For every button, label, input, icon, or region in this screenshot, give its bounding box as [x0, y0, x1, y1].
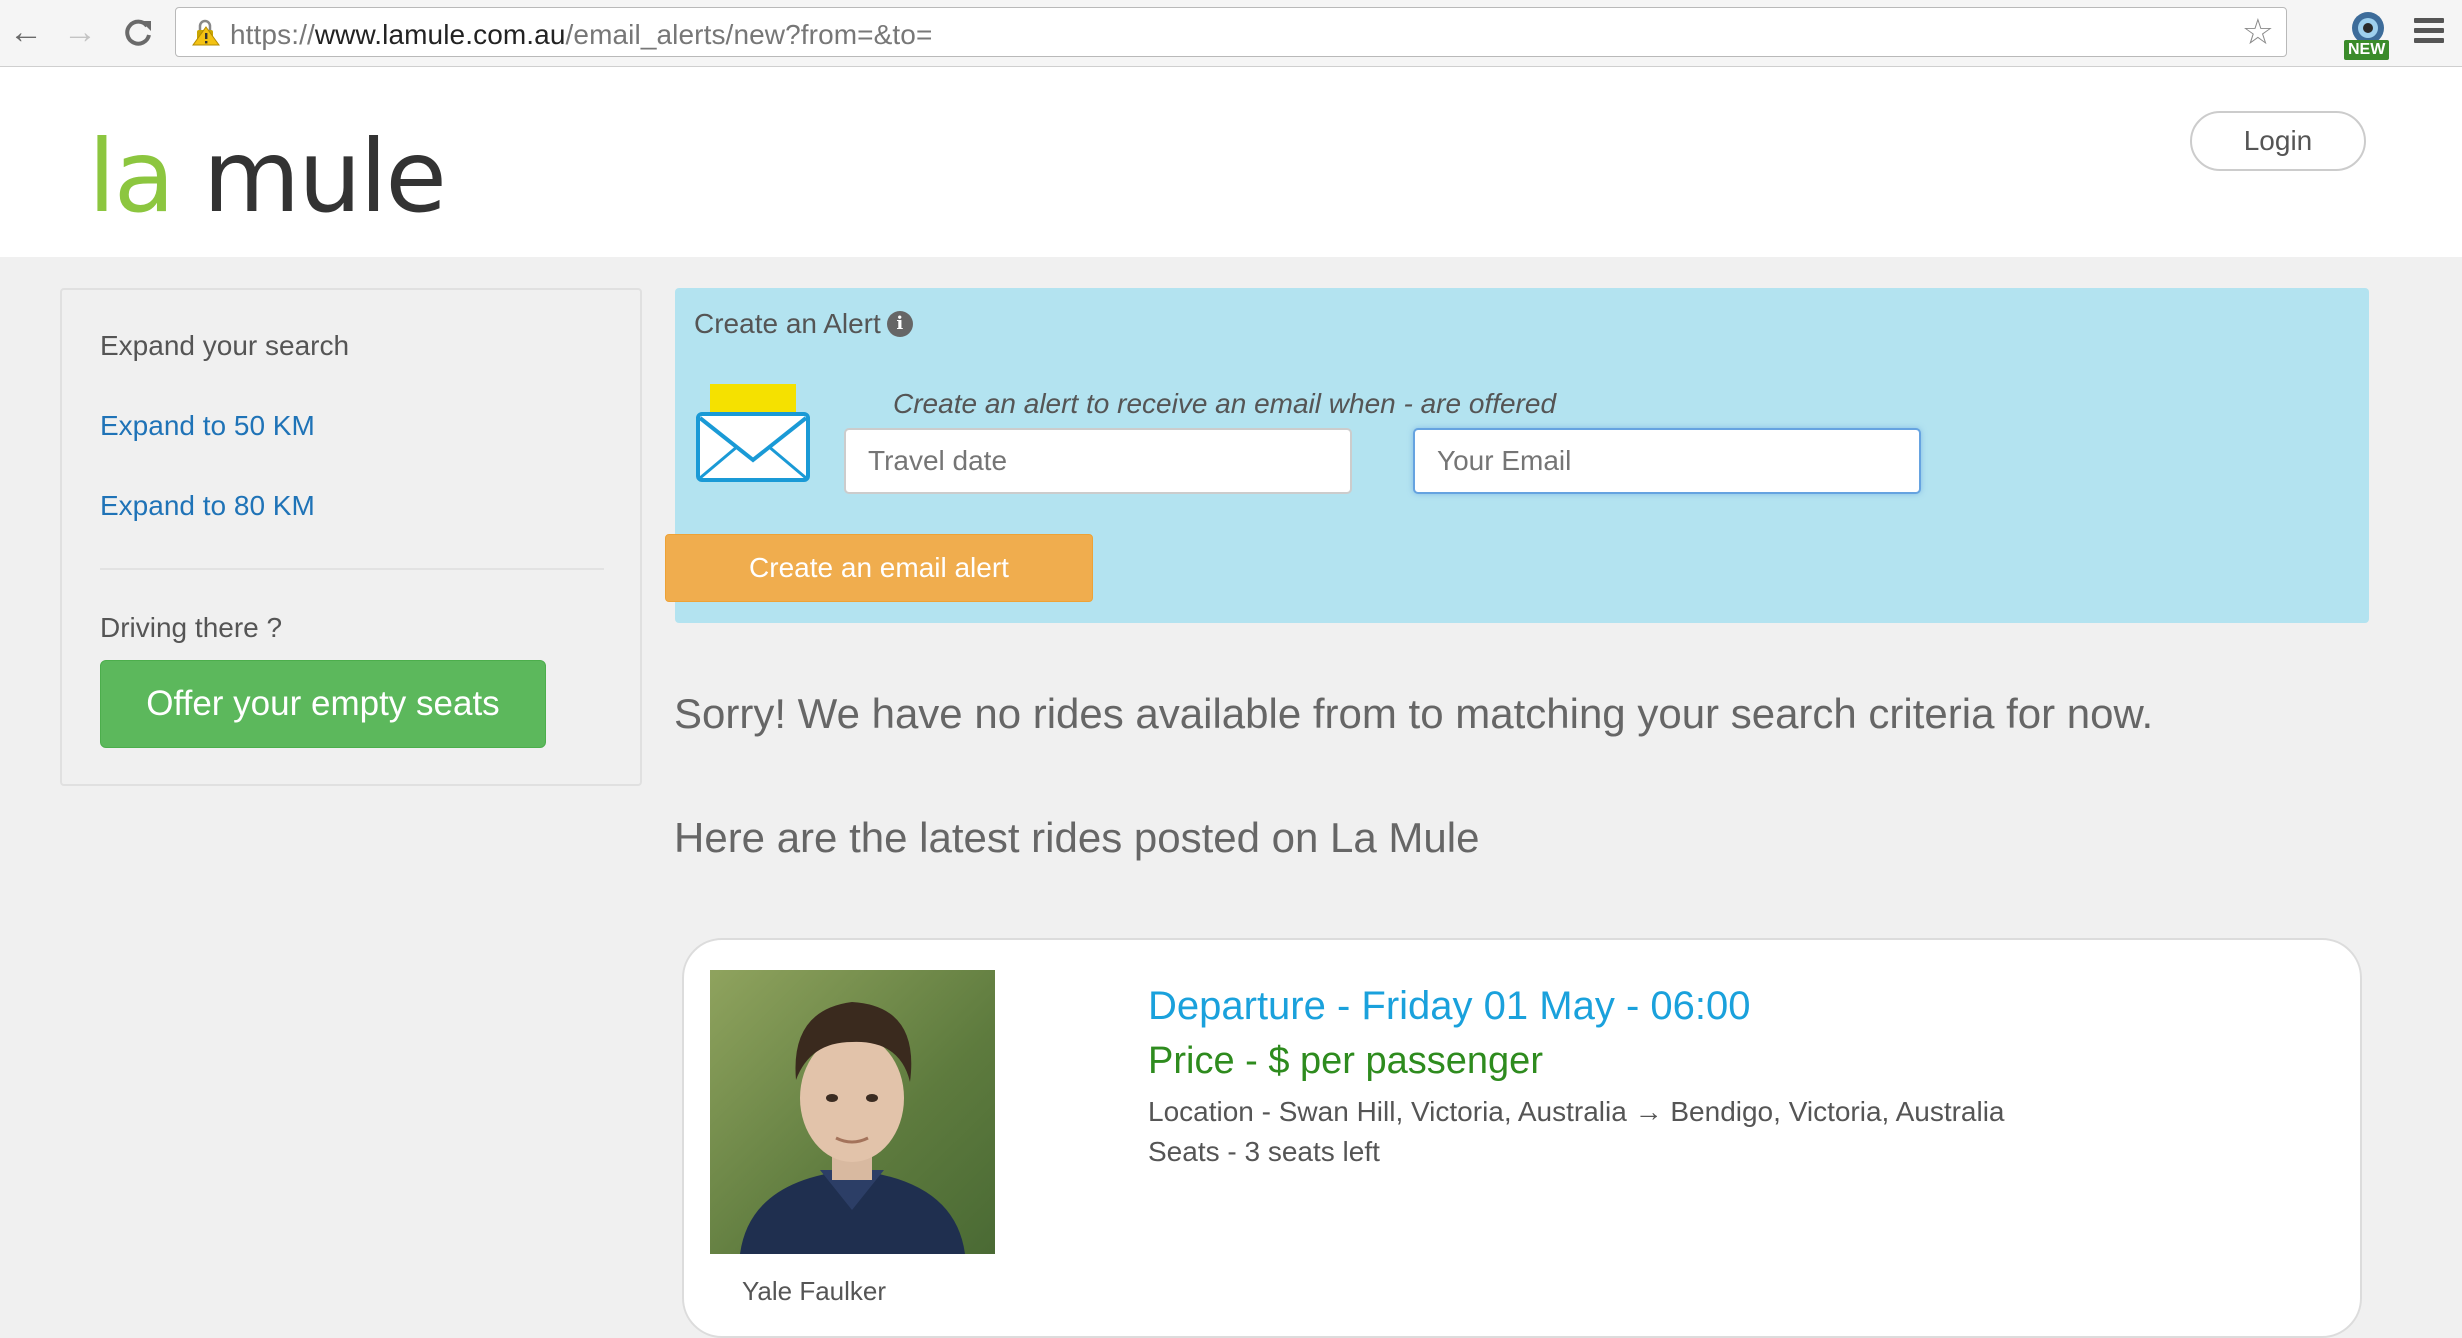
create-alert-panel: Create an Alert i Create an alert to rece… [665, 288, 2369, 623]
site-logo[interactable]: la mule [88, 127, 447, 227]
alert-description: Create an alert to receive an email when… [893, 388, 1557, 419]
create-email-alert-button[interactable]: Create an email alert [665, 534, 1093, 602]
expand-50km-link[interactable]: Expand to 50 KM [100, 410, 315, 442]
login-button[interactable]: Login [2190, 111, 2366, 171]
ride-card[interactable]: Departure - Friday 01 May - 06:00 Price … [682, 938, 2362, 1338]
ride-departure[interactable]: Departure - Friday 01 May - 06:00 [1148, 984, 1750, 1029]
extension-badge: NEW [2344, 40, 2390, 60]
reload-icon[interactable] [118, 12, 158, 52]
sidebar: Expand your search Expand to 50 KM Expan… [60, 288, 642, 786]
warning-lock-icon [192, 19, 220, 46]
back-arrow-icon[interactable]: ← [6, 12, 46, 52]
forward-arrow-icon[interactable]: → [60, 12, 100, 52]
no-rides-message: Sorry! We have no rides available from t… [674, 690, 2154, 737]
latest-rides-heading: Here are the latest rides posted on La M… [674, 814, 1480, 861]
offer-seats-button[interactable]: Offer your empty seats [100, 660, 546, 748]
envelope-icon [696, 384, 810, 482]
info-icon[interactable]: i [886, 311, 913, 337]
driver-name: Yale Faulker [742, 1276, 887, 1306]
sidebar-divider [100, 568, 604, 570]
browser-toolbar: ← → https://www.lamule.com.au/email_aler… [0, 0, 2462, 67]
ride-location: Location - Swan Hill, Victoria, Australi… [1148, 1096, 2005, 1127]
travel-date-input[interactable] [844, 428, 1352, 494]
site-header: la mule Login [0, 67, 2462, 257]
address-bar[interactable]: https://www.lamule.com.au/email_alerts/n… [175, 7, 2287, 57]
email-input[interactable] [1413, 428, 1921, 494]
driver-photo [710, 970, 995, 1254]
expand-search-heading: Expand your search [100, 330, 350, 361]
expand-80km-link[interactable]: Expand to 80 KM [100, 490, 315, 522]
menu-icon[interactable] [2414, 18, 2444, 46]
alert-title: Create an Alert i [694, 308, 913, 340]
ride-seats: Seats - 3 seats left [1148, 1136, 1380, 1167]
url-text: https://www.lamule.com.au/email_alerts/n… [230, 19, 933, 50]
ride-price: Price - $ per passenger [1148, 1040, 1543, 1082]
bookmark-star-icon[interactable]: ☆ [2242, 14, 2274, 50]
extension-icon[interactable]: NEW [2344, 10, 2392, 60]
driving-there-label: Driving there ? [100, 612, 283, 643]
